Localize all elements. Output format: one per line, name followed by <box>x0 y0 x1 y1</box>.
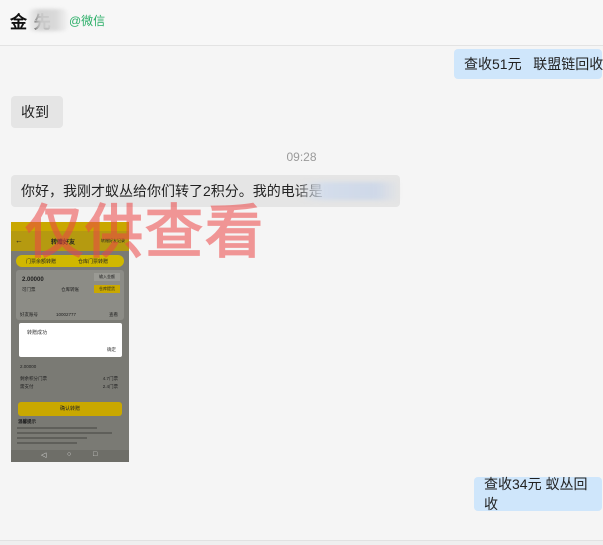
contact-wechat-tag: @微信 <box>69 14 106 28</box>
thumb-value2: 2.00000 <box>20 364 37 369</box>
nav-back-icon: ◁ <box>41 452 47 459</box>
thumb-friend-right: 查看 <box>109 312 118 317</box>
thumb-line-a-right: 4.7门票 <box>102 376 118 381</box>
message-text: 查收34元 蚁丛回收 <box>484 476 588 512</box>
thumb-line-b-right: 2.4门票 <box>102 384 118 389</box>
thumb-notes-title: 温馨提示 <box>18 419 36 424</box>
thumb-confirm-button: 确认转赠 <box>18 402 122 416</box>
thumb-friend-value: 10002777 <box>56 312 77 317</box>
thumb-input-button: 输入金额 <box>94 273 120 281</box>
message-timestamp: 09:28 <box>286 150 317 164</box>
message-text: 查收51元 联盟链回收 <box>464 56 603 72</box>
thumb-friend-label: 好友账号 <box>20 312 38 317</box>
thumb-action-button: 仓库提货 <box>94 285 120 293</box>
thumb-line-a-left: 剩余积分门票 <box>20 376 47 381</box>
thumb-nav-bar: ◁ ○ □ <box>11 450 129 462</box>
thumb-success-dialog: 转赠成功 确定 <box>19 323 122 357</box>
redaction-blur <box>28 9 68 31</box>
watermark-overlay: 仅供查看 <box>25 198 266 266</box>
back-arrow-icon: ← <box>15 236 23 245</box>
thumb-dialog-ok: 确定 <box>107 347 116 352</box>
message-bubble-sent[interactable]: 查收34元 蚁丛回收 <box>474 476 602 512</box>
thumb-amount: 2.00000 <box>22 277 44 283</box>
nav-home-icon: ○ <box>67 451 72 458</box>
message-bubble-sent[interactable]: 查收51元 联盟链回收 <box>454 49 603 79</box>
message-bubble-received[interactable]: 收到 <box>11 96 63 128</box>
nav-recent-icon: □ <box>93 451 98 458</box>
thumb-row1-left: 可门票 <box>22 287 36 292</box>
thumb-dialog-title: 转赠成功 <box>27 330 48 336</box>
thumb-notes <box>17 427 117 447</box>
message-text: 收到 <box>21 104 49 120</box>
chat-header: 金 先 @微信 <box>0 0 603 46</box>
thumb-line-b-left: 需支付 <box>20 384 34 389</box>
message-input-area[interactable] <box>0 540 603 545</box>
thumb-row1-right: 仓库转账 <box>61 287 79 292</box>
redaction-blur <box>300 182 400 200</box>
